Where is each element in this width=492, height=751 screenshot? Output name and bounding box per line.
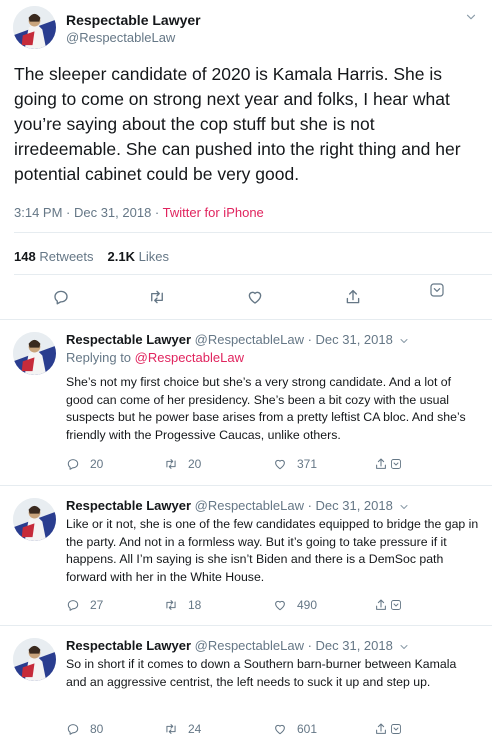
divider — [14, 232, 492, 233]
like-icon[interactable] — [246, 288, 264, 306]
avatar[interactable] — [13, 332, 56, 375]
share-button[interactable] — [374, 457, 404, 471]
retweet-count: 18 — [188, 598, 202, 612]
like-icon — [273, 722, 287, 736]
tweet-actions: 27 18 490 — [66, 598, 486, 614]
replying-to: Replying to @RespectableLaw — [66, 350, 244, 365]
tweet-actions: 80 24 601 — [66, 722, 486, 738]
chevron-down-icon[interactable] — [398, 640, 410, 652]
chevron-down-icon — [390, 723, 402, 735]
tweet-time-date[interactable]: 3:14 PM · Dec 31, 2018 · — [14, 205, 163, 220]
share-icon — [374, 598, 388, 612]
chevron-down-icon[interactable] — [398, 500, 410, 512]
reply-icon[interactable] — [52, 288, 70, 306]
retweet-button[interactable]: 18 — [164, 598, 201, 612]
reply-tweet[interactable]: Respectable Lawyer @RespectableLaw · Dec… — [0, 320, 492, 486]
reply-tweet[interactable]: Respectable Lawyer @RespectableLaw · Dec… — [0, 486, 492, 626]
retweet-icon — [164, 722, 178, 736]
share-button[interactable] — [374, 598, 404, 612]
like-count: 371 — [297, 457, 318, 471]
replying-to-label: Replying to — [66, 350, 135, 365]
main-tweet: Respectable Lawyer @RespectableLaw The s… — [0, 0, 492, 320]
reply-header: Respectable Lawyer @RespectableLaw · Dec… — [66, 498, 393, 513]
reply-header: Respectable Lawyer @RespectableLaw · Dec… — [66, 638, 393, 653]
likes-label: Likes — [138, 249, 169, 264]
chevron-down-icon[interactable] — [398, 334, 410, 346]
author-name[interactable]: Respectable Lawyer — [66, 12, 201, 28]
reply-button[interactable]: 20 — [66, 457, 103, 471]
retweet-icon — [164, 457, 178, 471]
author-handle[interactable]: @RespectableLaw — [66, 30, 175, 45]
like-icon — [273, 598, 287, 612]
tweet-actions: 20 20 371 — [66, 457, 486, 473]
retweet-button[interactable]: 20 — [164, 457, 201, 471]
like-count: 601 — [297, 722, 318, 736]
likes-count: 2.1K — [107, 249, 135, 264]
reply-icon — [66, 457, 80, 471]
author-meta[interactable]: @RespectableLaw · Dec 31, 2018 — [195, 332, 393, 347]
reply-icon — [66, 722, 80, 736]
reply-icon — [66, 598, 80, 612]
author-meta[interactable]: @RespectableLaw · Dec 31, 2018 — [195, 638, 393, 653]
tweet-actions — [0, 288, 492, 310]
like-button[interactable]: 601 — [273, 722, 317, 736]
chevron-down-icon[interactable] — [464, 10, 478, 24]
retweets-count: 148 — [14, 249, 36, 264]
reply-header: Respectable Lawyer @RespectableLaw · Dec… — [66, 332, 393, 347]
retweets-label: Retweets — [39, 249, 94, 264]
divider — [14, 274, 492, 275]
replying-to-handle[interactable]: @RespectableLaw — [135, 350, 244, 365]
chevron-down-icon — [390, 458, 402, 470]
retweet-count: 20 — [188, 457, 202, 471]
tweet-stats: 148 Retweets 2.1K Likes — [14, 249, 169, 264]
tweet-text: So in short if it comes to down a Southe… — [66, 657, 457, 689]
share-icon — [374, 722, 388, 736]
chevron-down-icon — [390, 599, 402, 611]
share-button[interactable] — [374, 722, 404, 736]
chevron-down-icon[interactable] — [429, 282, 445, 298]
tweet-timestamp: 3:14 PM · Dec 31, 2018 · Twitter for iPh… — [14, 205, 264, 220]
author-meta[interactable]: @RespectableLaw · Dec 31, 2018 — [195, 498, 393, 513]
share-icon[interactable] — [344, 288, 362, 306]
tweet-source[interactable]: Twitter for iPhone — [163, 205, 264, 220]
like-button[interactable]: 490 — [273, 598, 317, 612]
tweet-text: She’s not my first choice but she’s a ve… — [66, 375, 466, 442]
likes-stat[interactable]: 2.1K Likes — [108, 249, 169, 264]
tweet-text: The sleeper candidate of 2020 is Kamala … — [14, 64, 461, 184]
author-name[interactable]: Respectable Lawyer — [66, 638, 191, 653]
avatar[interactable] — [13, 638, 56, 681]
like-count: 490 — [297, 598, 318, 612]
retweet-icon — [164, 598, 178, 612]
author-name[interactable]: Respectable Lawyer — [66, 332, 191, 347]
retweet-icon[interactable] — [148, 288, 166, 306]
like-icon — [273, 457, 287, 471]
reply-button[interactable]: 27 — [66, 598, 103, 612]
reply-count: 80 — [90, 722, 104, 736]
reply-count: 20 — [90, 457, 104, 471]
avatar[interactable] — [13, 498, 56, 541]
retweets-stat[interactable]: 148 Retweets — [14, 249, 94, 264]
retweet-count: 24 — [188, 722, 202, 736]
like-button[interactable]: 371 — [273, 457, 317, 471]
retweet-button[interactable]: 24 — [164, 722, 201, 736]
reply-button[interactable]: 80 — [66, 722, 103, 736]
tweet-text: Like or it not, she is one of the few ca… — [66, 517, 479, 584]
avatar[interactable] — [13, 6, 56, 49]
share-icon — [374, 457, 388, 471]
reply-tweet[interactable]: Respectable Lawyer @RespectableLaw · Dec… — [0, 626, 492, 751]
reply-count: 27 — [90, 598, 104, 612]
author-name[interactable]: Respectable Lawyer — [66, 498, 191, 513]
